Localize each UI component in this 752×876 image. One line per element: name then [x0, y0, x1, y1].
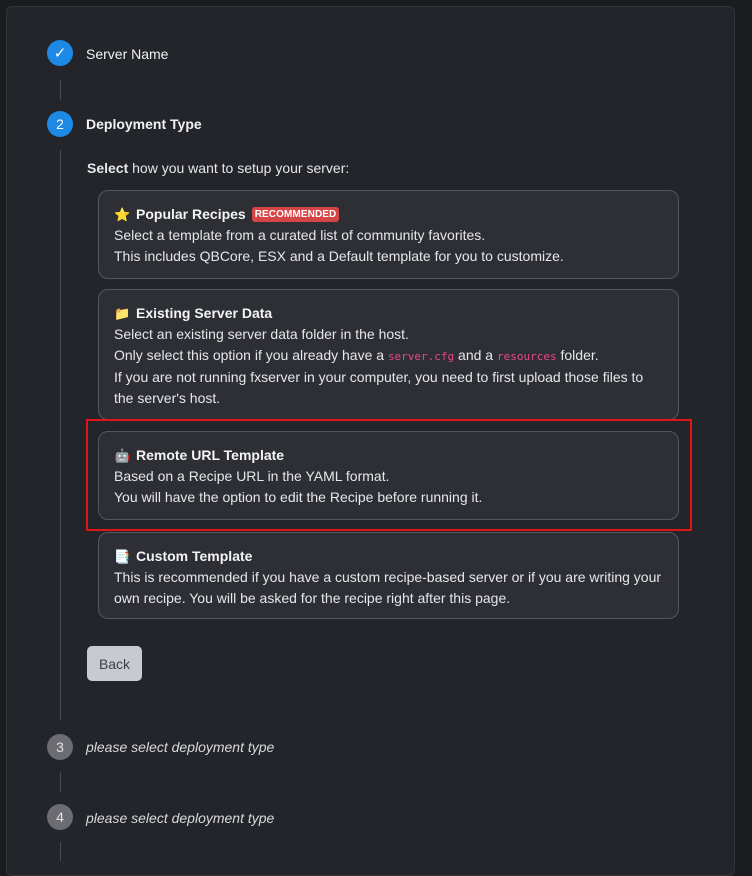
card-description: Select a template from a curated list of…	[114, 227, 486, 243]
step-connector	[60, 842, 61, 861]
server-cfg-code: server.cfg	[387, 350, 455, 363]
star-icon: ⭐	[114, 207, 131, 222]
card-title: ⭐ Popular Recipes RECOMMENDED	[114, 204, 663, 225]
step-1-title: Server Name	[86, 46, 169, 62]
selection-highlight	[86, 419, 692, 531]
card-description: If you are not running fxserver in your …	[114, 369, 644, 385]
card-description: Only select this option if you already h…	[114, 347, 599, 363]
existing-server-data-card[interactable]: 📁 Existing Server Data Select an existin…	[98, 289, 679, 420]
card-description: Select an existing server data folder in…	[114, 326, 409, 342]
card-description: This is recommended if you have a custom…	[114, 569, 662, 585]
card-description: the server's host.	[114, 390, 221, 406]
step-1-check-icon: ✓	[47, 40, 73, 66]
step-2-title: Deployment Type	[86, 116, 202, 132]
step-connector	[60, 772, 61, 792]
step-connector	[60, 150, 61, 720]
card-description: This includes QBCore, ESX and a Default …	[114, 248, 564, 264]
deployment-prompt: Select how you want to setup your server…	[87, 160, 350, 176]
step-4-title: please select deployment type	[86, 810, 275, 826]
card-title: 📑 Custom Template	[114, 546, 663, 567]
step-3-title: please select deployment type	[86, 739, 275, 755]
card-description: own recipe. You will be asked for the re…	[114, 590, 511, 606]
folder-icon: 📁	[114, 306, 131, 321]
step-2-circle: 2	[47, 111, 73, 137]
step-connector	[60, 80, 61, 100]
popular-recipes-card[interactable]: ⭐ Popular Recipes RECOMMENDED Select a t…	[98, 190, 679, 279]
recommended-badge: RECOMMENDED	[251, 207, 340, 222]
step-3-circle: 3	[47, 734, 73, 760]
document-icon: 📑	[114, 549, 131, 564]
resources-code: resources	[497, 350, 557, 363]
step-4-circle: 4	[47, 804, 73, 830]
back-button[interactable]: Back	[87, 646, 142, 681]
card-title: 📁 Existing Server Data	[114, 303, 663, 324]
custom-template-card[interactable]: 📑 Custom Template This is recommended if…	[98, 532, 679, 619]
